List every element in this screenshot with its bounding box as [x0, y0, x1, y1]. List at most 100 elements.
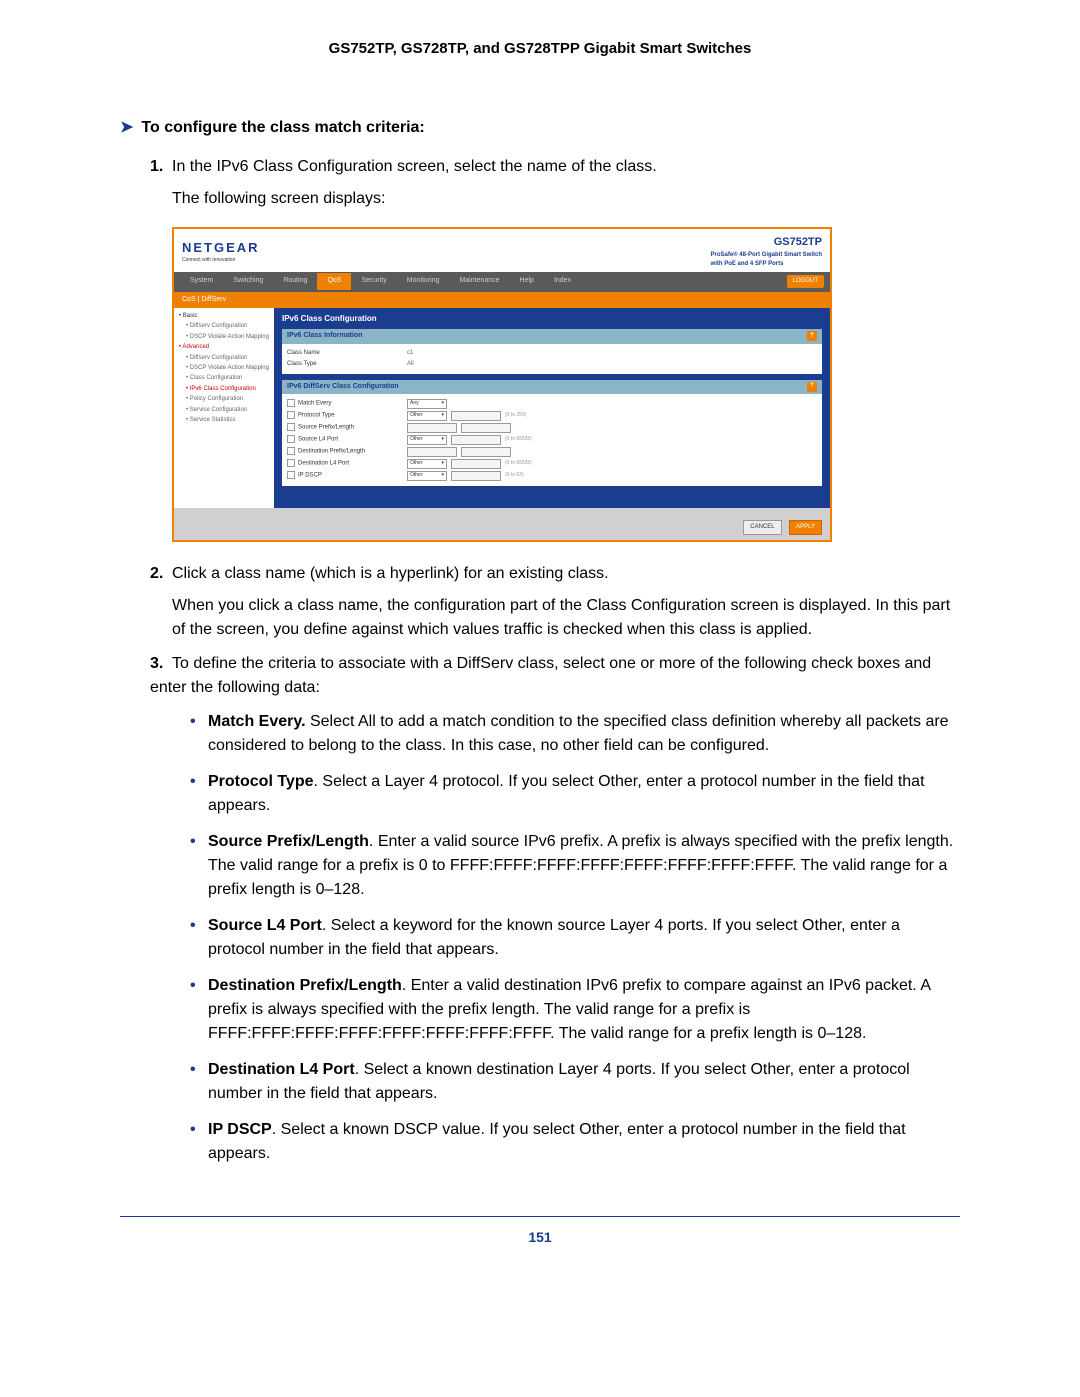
src-prefix-input2[interactable] [461, 423, 511, 433]
ip-dscp-label: IP DSCP [287, 471, 407, 481]
protocol-type-checkbox[interactable] [287, 411, 295, 419]
dst-prefix-input2[interactable] [461, 447, 511, 457]
logout-button[interactable]: LOGOUT [787, 275, 824, 288]
step-3: 3.To define the criteria to associate wi… [150, 652, 960, 1166]
bullet-list: Match Every. Select All to add a match c… [190, 710, 960, 1166]
class-name-label: Class Name [287, 349, 407, 358]
src-prefix-label: Source Prefix/Length [287, 423, 407, 433]
ip-dscp-input[interactable] [451, 471, 501, 481]
model-desc1: ProSafe® 48-Port Gigabit Smart Switch [711, 251, 822, 260]
cancel-button[interactable]: CANCEL [743, 520, 781, 535]
side-basic[interactable]: • Basic [174, 311, 274, 321]
dst-l4-label: Destination L4 Port [287, 459, 407, 469]
side-dscp-violate[interactable]: • DSCP Violate Action Mapping [174, 332, 274, 342]
subtab-links[interactable]: CoS | DiffServ [182, 296, 226, 303]
tab-maintenance[interactable]: Maintenance [449, 273, 509, 290]
chevron-down-icon: ▾ [441, 400, 444, 408]
model-name: GS752TP [711, 234, 822, 251]
side-dscp-violate2[interactable]: • DSCP Violate Action Mapping [174, 363, 274, 373]
dst-l4-select[interactable]: Other▾ [407, 459, 447, 469]
side-class-cfg[interactable]: • Class Configuration [174, 373, 274, 383]
step-1: 1.In the IPv6 Class Configuration screen… [150, 155, 960, 542]
step-para: The following screen displays: [172, 187, 960, 211]
dst-l4-input[interactable] [451, 459, 501, 469]
procedure-title-text: To configure the class match criteria: [141, 119, 424, 136]
step-text: Click a class name (which is a hyperlink… [172, 565, 609, 582]
tab-security[interactable]: Security [351, 273, 396, 290]
panel-class-info: IPv6 Class Information ? Class Name c1 [282, 329, 822, 374]
panel2-head: IPv6 DiffServ Class Configuration ? [282, 380, 822, 395]
protocol-type-select[interactable]: Other▾ [407, 411, 447, 421]
tab-qos[interactable]: QoS [317, 273, 351, 290]
bullet-source-l4: Source L4 Port. Select a keyword for the… [190, 914, 960, 962]
match-every-checkbox[interactable] [287, 399, 295, 407]
row-class-name: Class Name c1 [287, 349, 817, 358]
src-prefix-checkbox[interactable] [287, 423, 295, 431]
page-number: 151 [120, 1216, 960, 1245]
src-l4-label: Source L4 Port [287, 435, 407, 445]
class-type-value: All [407, 360, 414, 369]
step-text: To define the criteria to associate with… [150, 655, 931, 696]
tab-system[interactable]: System [180, 273, 223, 290]
panel-diffserv-cfg: IPv6 DiffServ Class Configuration ? Matc… [282, 380, 822, 487]
ss-body: • Basic • Diffserv Configuration • DSCP … [174, 308, 830, 508]
tab-index[interactable]: Index [544, 273, 581, 290]
bullet-source-prefix: Source Prefix/Length. Enter a valid sour… [190, 830, 960, 902]
side-advanced[interactable]: • Advanced [174, 342, 274, 352]
match-every-select[interactable]: Any▾ [407, 399, 447, 409]
src-l4-checkbox[interactable] [287, 435, 295, 443]
src-l4-input[interactable] [451, 435, 501, 445]
side-service-cfg[interactable]: • Service Configuration [174, 405, 274, 415]
class-type-label: Class Type [287, 360, 407, 369]
ss-footer: CANCEL APPLY [174, 508, 830, 540]
apply-button[interactable]: APPLY [789, 520, 822, 535]
panel1-head: IPv6 Class Information ? [282, 329, 822, 344]
ip-dscp-hint: (0 to 63) [505, 472, 524, 480]
side-service-stats[interactable]: • Service Statistics [174, 415, 274, 425]
class-name-value: c1 [407, 349, 413, 358]
tab-routing[interactable]: Routing [273, 273, 317, 290]
procedure-title: ➤To configure the class match criteria: [120, 117, 960, 137]
side-policy-cfg[interactable]: • Policy Configuration [174, 394, 274, 404]
help-icon[interactable]: ? [807, 382, 817, 392]
dst-prefix-input1[interactable] [407, 447, 457, 457]
side-ipv6-class-cfg[interactable]: • IPv6 Class Configuration [174, 384, 274, 394]
protocol-type-input[interactable] [451, 411, 501, 421]
panel2-body: Match Every Any▾ Protocol Type Other▾ (0… [282, 394, 822, 486]
row-src-l4: Source L4 Port Other▾ (0 to 65535) [287, 435, 817, 445]
admin-screenshot: NETGEAR Connect with Innovation GS752TP … [172, 227, 832, 542]
chevron-down-icon: ▾ [441, 412, 444, 420]
ip-dscp-checkbox[interactable] [287, 471, 295, 479]
src-l4-select[interactable]: Other▾ [407, 435, 447, 445]
tab-help[interactable]: Help [510, 273, 544, 290]
ss-topbar: NETGEAR Connect with Innovation GS752TP … [174, 229, 830, 272]
tab-switching[interactable]: Switching [223, 273, 273, 290]
step-2: 2.Click a class name (which is a hyperli… [150, 562, 960, 642]
ss-logo-block: NETGEAR Connect with Innovation [182, 238, 260, 265]
src-prefix-input1[interactable] [407, 423, 457, 433]
row-class-type: Class Type All [287, 360, 817, 369]
bullet-ip-dscp: IP DSCP. Select a known DSCP value. If y… [190, 1118, 960, 1166]
document-header: GS752TP, GS728TP, and GS728TPP Gigabit S… [120, 40, 960, 57]
row-ip-dscp: IP DSCP Other▾ (0 to 63) [287, 471, 817, 481]
side-diffserv-cfg2[interactable]: • Diffserv Configuration [174, 353, 274, 363]
dst-prefix-label: Destination Prefix/Length [287, 447, 407, 457]
dst-l4-hint: (0 to 65535) [505, 460, 532, 468]
protocol-type-label: Protocol Type [287, 411, 407, 421]
help-icon[interactable]: ? [807, 331, 817, 341]
tab-monitoring[interactable]: Monitoring [397, 273, 450, 290]
bullet-dest-prefix: Destination Prefix/Length. Enter a valid… [190, 974, 960, 1046]
screenshot-container: NETGEAR Connect with Innovation GS752TP … [172, 227, 960, 542]
ss-main-tabs: System Switching Routing QoS Security Mo… [174, 272, 830, 292]
chevron-down-icon: ▾ [441, 460, 444, 468]
src-l4-hint: (0 to 65535) [505, 436, 532, 444]
ip-dscp-select[interactable]: Other▾ [407, 471, 447, 481]
side-diffserv-cfg[interactable]: • Diffserv Configuration [174, 321, 274, 331]
dst-l4-checkbox[interactable] [287, 459, 295, 467]
step-number: 2. [150, 562, 172, 586]
row-match-every: Match Every Any▾ [287, 399, 817, 409]
protocol-type-hint: (0 to 255) [505, 412, 526, 420]
step-para: When you click a class name, the configu… [172, 594, 960, 642]
dst-prefix-checkbox[interactable] [287, 447, 295, 455]
panel1-title: IPv6 Class Information [287, 331, 362, 342]
